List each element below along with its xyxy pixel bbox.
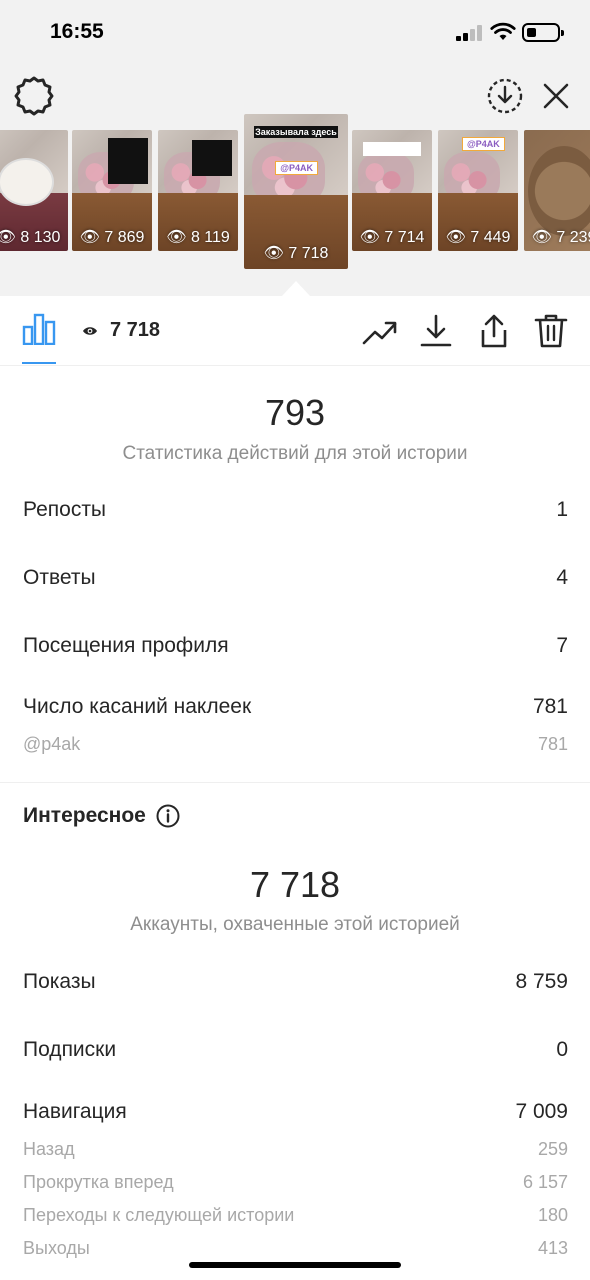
discovery-section-title: Интересное <box>23 804 180 828</box>
story-header-area: 16:55 👁︎ 8 130 👁︎ 7 869 👁︎ 8 119 Заказыв… <box>0 0 590 296</box>
active-tab-indicator <box>22 362 56 364</box>
info-icon[interactable] <box>156 804 180 828</box>
stat-subvalue: 180 <box>537 1205 568 1225</box>
discovery-title-text: Интересное <box>23 804 146 827</box>
battery-icon <box>522 23 564 42</box>
gear-icon[interactable] <box>14 76 54 116</box>
status-time: 16:55 <box>50 20 104 43</box>
reach-total: 7 718 <box>249 864 341 905</box>
reach-caption: Аккаунты, охваченные этой историей <box>130 914 460 935</box>
stat-value: 781 <box>532 695 568 718</box>
stat-sublabel: @p4ak <box>23 734 81 754</box>
actions-total: 793 <box>264 392 326 433</box>
stat-row-shares: Репосты 1 <box>23 498 568 522</box>
stat-subvalue: 6 157 <box>522 1172 568 1192</box>
story-brand-sticker: @P4AK <box>462 137 505 152</box>
viewers-count[interactable]: 7 718 <box>82 319 160 342</box>
eye-icon <box>83 326 97 335</box>
stat-label: Подписки <box>23 1038 117 1061</box>
story-view-count: 👁︎ 7 714 <box>359 229 425 246</box>
story-caption: Заказывала здесь <box>254 126 338 139</box>
stat-subrow-exits: Выходы 413 <box>23 1238 568 1259</box>
story-view-count: 👁︎ 7 239 <box>531 229 590 246</box>
save-story-icon[interactable] <box>485 76 525 116</box>
stat-value: 4 <box>556 566 568 589</box>
stat-row-profile-visits: Посещения профиля 7 <box>23 634 568 658</box>
stat-row-sticker-taps: Число касаний наклеек 781 <box>23 695 568 719</box>
stat-value: 1 <box>556 498 568 521</box>
story-thumbnail[interactable]: 👁︎ 8 119 <box>158 130 238 251</box>
stat-sublabel: Прокрутка вперед <box>23 1172 174 1192</box>
stat-subrow-back: Назад 259 <box>23 1139 568 1160</box>
story-thumbnail[interactable]: @P4AK 👁︎ 7 449 <box>438 130 518 251</box>
selected-story-pointer <box>282 281 310 296</box>
story-toolbar: 7 718 <box>0 296 590 366</box>
promote-trending-icon[interactable] <box>362 313 398 349</box>
stat-sublabel: Выходы <box>23 1238 90 1258</box>
status-bar: 16:55 <box>0 0 590 64</box>
cellular-signal-icon <box>456 25 484 41</box>
stat-sublabel: Переходы к следующей истории <box>23 1205 295 1225</box>
story-brand-sticker: @P4AK <box>275 160 318 175</box>
stat-value: 0 <box>556 1038 568 1061</box>
stat-row-replies: Ответы 4 <box>23 566 568 590</box>
story-view-count: 👁︎ 7 449 <box>445 229 511 246</box>
stat-row-follows: Подписки 0 <box>23 1038 568 1062</box>
share-icon[interactable] <box>476 313 512 349</box>
stat-value: 7 009 <box>515 1100 568 1123</box>
stat-sublabel: Назад <box>23 1139 75 1159</box>
story-view-count: 👁︎ 8 130 <box>0 229 61 246</box>
stat-label: Показы <box>23 970 96 993</box>
stat-label: Ответы <box>23 566 96 589</box>
download-icon[interactable] <box>418 313 454 349</box>
stat-label: Навигация <box>23 1100 127 1123</box>
stat-row-navigation: Навигация 7 009 <box>23 1100 568 1124</box>
story-view-count: 👁︎ 7 869 <box>79 229 145 246</box>
close-icon[interactable] <box>540 80 572 112</box>
story-thumbnail[interactable]: 👁︎ 8 130 <box>0 130 68 251</box>
wifi-icon <box>490 22 516 40</box>
actions-caption: Статистика действий для этой истории <box>122 443 468 464</box>
stat-subrow-next-story: Переходы к следующей истории 180 <box>23 1205 568 1226</box>
story-view-count: 👁︎ 7 718 <box>263 245 329 262</box>
story-thumbnail[interactable]: 👁︎ 7 239 <box>524 130 590 251</box>
stat-label: Число касаний наклеек <box>23 695 252 718</box>
home-indicator[interactable] <box>189 1262 401 1268</box>
insights-bar-chart-icon[interactable] <box>22 313 56 345</box>
story-thumbnails-strip[interactable]: 👁︎ 8 130 👁︎ 7 869 👁︎ 8 119 Заказывала зд… <box>0 114 590 270</box>
delete-icon[interactable] <box>533 313 569 349</box>
stat-label: Репосты <box>23 498 107 521</box>
story-view-count: 👁︎ 8 119 <box>166 229 230 246</box>
section-divider <box>0 782 590 783</box>
stat-value: 7 <box>556 634 568 657</box>
stat-subrow-sticker-mention: @p4ak 781 <box>23 734 568 755</box>
stat-row-impressions: Показы 8 759 <box>23 970 568 994</box>
stat-subvalue: 413 <box>537 1238 568 1258</box>
viewers-count-value: 7 718 <box>110 319 161 341</box>
stat-label: Посещения профиля <box>23 634 229 657</box>
story-thumbnail[interactable]: 👁︎ 7 869 <box>72 130 152 251</box>
stat-value: 8 759 <box>515 970 568 993</box>
story-thumbnail[interactable]: 👁︎ 7 714 <box>352 130 432 251</box>
stat-subvalue: 781 <box>537 734 568 754</box>
story-thumbnail-selected[interactable]: Заказывала здесь @P4AK 👁︎ 7 718 <box>244 114 348 269</box>
stat-subvalue: 259 <box>537 1139 568 1159</box>
stat-subrow-forward: Прокрутка вперед 6 157 <box>23 1172 568 1193</box>
